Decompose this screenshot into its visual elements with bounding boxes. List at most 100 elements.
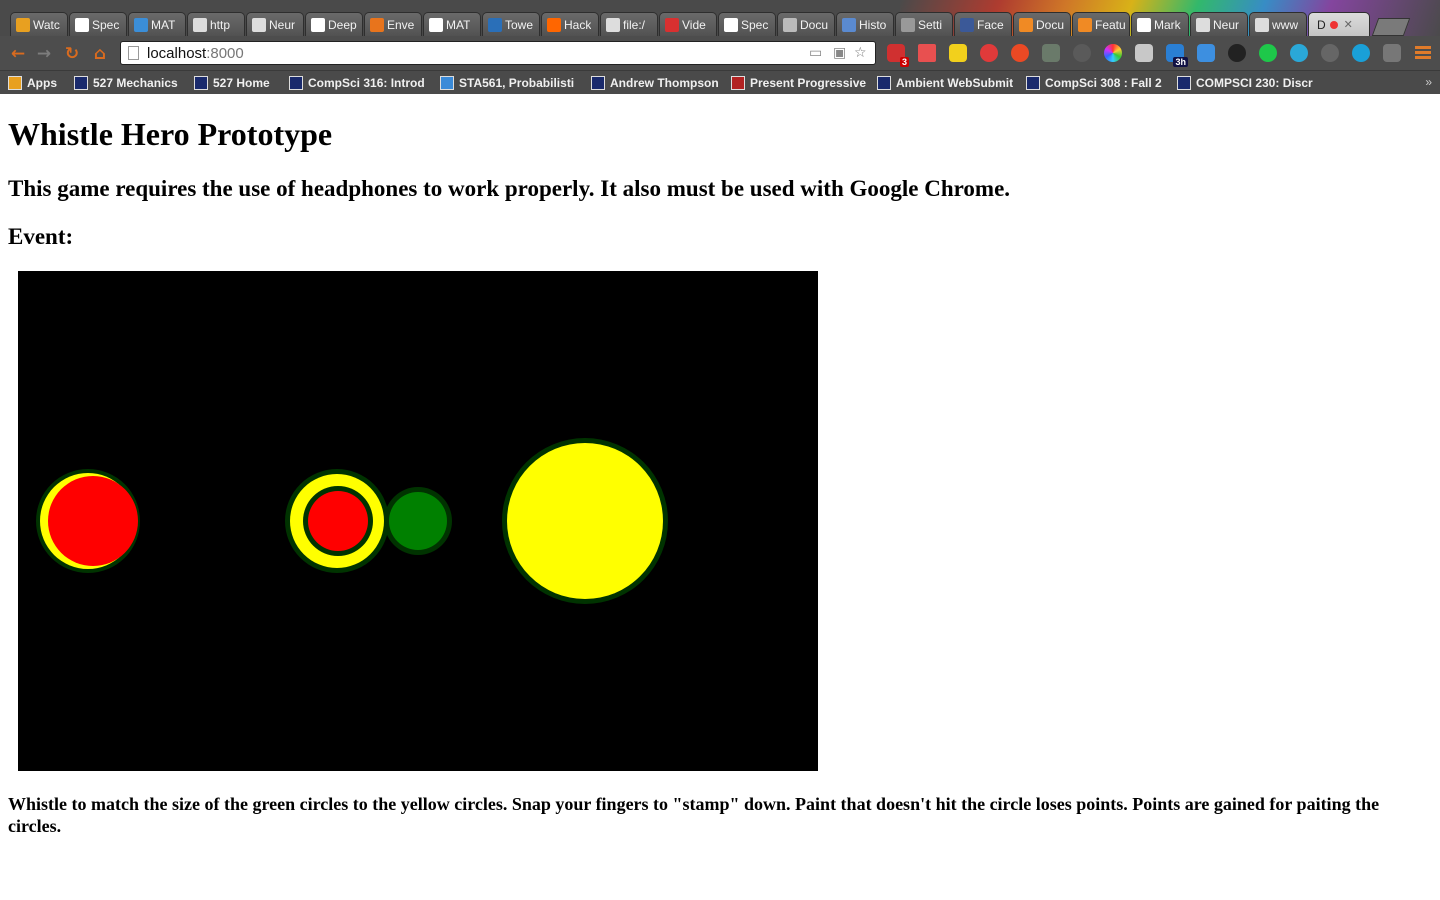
lastpass-icon[interactable] — [980, 44, 998, 62]
bookmark-label: Apps — [27, 76, 57, 90]
browser-tab[interactable]: Towe — [482, 12, 540, 36]
browser-tab[interactable]: Spec — [718, 12, 776, 36]
bookmark-label: CompSci 316: Introd — [308, 76, 425, 90]
calendar-icon[interactable]: 3h — [1166, 44, 1188, 67]
browser-tab[interactable]: Vide — [659, 12, 717, 36]
bookmark-label: CompSci 308 : Fall 2 — [1045, 76, 1162, 90]
new-tab-button[interactable] — [1371, 18, 1411, 36]
browser-chrome: Watc Spec MAT http Neur Deep Enve MAT Towe Hack fi… — [0, 0, 1440, 94]
tab-label: Docu — [800, 17, 829, 32]
bookmark-item[interactable]: 527 Mechanics — [74, 74, 184, 92]
bookmark-label: Present Progressive — [750, 76, 866, 90]
browser-tab[interactable]: www — [1249, 12, 1307, 36]
tab-strip: Watc Spec MAT http Neur Deep Enve MAT Towe Hack fi… — [10, 12, 1411, 36]
bookmark-label: 527 Mechanics — [93, 76, 178, 90]
browser-tab[interactable]: D ✕ — [1308, 12, 1370, 36]
player-green-circle — [384, 487, 452, 555]
grid-icon — [1019, 17, 1033, 32]
bookmark-item[interactable]: Ambient WebSubmit — [877, 74, 1017, 92]
reload-icon[interactable]: ↻ — [62, 44, 82, 64]
painted-circle-red — [48, 476, 138, 566]
browser-tab[interactable]: MAT — [423, 12, 481, 36]
headphones-warning: This game requires the use of headphones… — [8, 176, 1011, 201]
browser-tab[interactable]: file:/ — [600, 12, 658, 36]
browser-tab[interactable]: Spec — [69, 12, 127, 36]
pushbullet-icon[interactable] — [949, 44, 967, 62]
tab-label: Mark — [1154, 17, 1181, 32]
bookmark-item[interactable]: Andrew Thompson — [591, 74, 721, 92]
close-tab-icon[interactable]: ✕ — [1344, 18, 1353, 31]
bookmark-item[interactable]: Apps — [8, 74, 63, 92]
tab-label: Face — [977, 17, 1004, 32]
more-bookmarks-icon[interactable]: » — [1425, 75, 1432, 89]
browser-tab[interactable]: Setti — [895, 12, 953, 36]
tab-label: www — [1272, 17, 1298, 32]
gmail-icon[interactable]: 3 — [887, 44, 909, 67]
browser-tab[interactable]: Enve — [364, 12, 422, 36]
puzzle-icon[interactable] — [1042, 44, 1060, 62]
forward-icon[interactable]: → — [34, 44, 54, 64]
browser-tab[interactable]: MAT — [128, 12, 186, 36]
bookmark-item[interactable]: Present Progressive — [731, 74, 866, 92]
hangouts-icon[interactable] — [1259, 44, 1277, 62]
color-wheel-icon[interactable] — [1104, 44, 1122, 62]
bookmark-item[interactable]: CompSci 316: Introd — [289, 74, 429, 92]
browser-tab[interactable]: Neur — [1190, 12, 1248, 36]
tab-label: Docu — [1036, 17, 1065, 32]
circle-ext-icon[interactable] — [1290, 44, 1308, 62]
shield-icon — [289, 76, 303, 90]
bookmark-item[interactable]: 527 Home — [194, 74, 279, 92]
instructions: Whistle to match the size of the green c… — [8, 794, 1380, 836]
camera-icon[interactable]: ▭ — [809, 45, 822, 61]
settings-gear-icon[interactable] — [1073, 44, 1091, 62]
shield-icon — [877, 76, 891, 90]
inbox-icon[interactable] — [1135, 44, 1153, 62]
browser-tab[interactable]: Neur — [246, 12, 304, 36]
browser-tab[interactable]: Watc — [10, 12, 68, 36]
wikipedia-icon — [724, 17, 738, 32]
menu-icon[interactable] — [1415, 46, 1431, 60]
browser-tab[interactable]: Deep — [305, 12, 363, 36]
game-canvas[interactable] — [18, 271, 818, 771]
bookmark-ext-icon[interactable] — [918, 44, 936, 62]
stumbleupon-icon[interactable] — [1011, 44, 1029, 62]
google-ext-icon[interactable] — [1321, 44, 1339, 62]
shield-icon — [1026, 76, 1040, 90]
target-circle-ring — [285, 469, 389, 573]
bookmark-item[interactable]: COMPSCI 230: Discr — [1177, 74, 1317, 92]
painted-circle-left — [36, 469, 140, 573]
browser-tab[interactable]: Hack — [541, 12, 599, 36]
browser-tab[interactable]: Face — [954, 12, 1012, 36]
wikipedia-icon — [1137, 17, 1151, 32]
browser-tab[interactable]: Featu — [1072, 12, 1130, 36]
bookmark-label: Ambient WebSubmit — [896, 76, 1014, 90]
address-bar[interactable]: localhost:8000 ▭ ▣ ☆ — [120, 41, 876, 65]
bookmarks-bar: » Apps 527 Mechanics 527 Home CompSci 316: … — [0, 70, 1440, 94]
browser-tab[interactable]: Docu — [1013, 12, 1071, 36]
translate-icon[interactable]: ▣ — [833, 45, 846, 61]
tab-label: Vide — [682, 17, 706, 32]
browser-tab[interactable]: Docu — [777, 12, 835, 36]
page-content: Whistle Hero Prototype This game require… — [0, 94, 1440, 900]
wrench-icon — [901, 17, 915, 32]
page-title: Whistle Hero Prototype — [8, 116, 333, 152]
apps-grid-icon — [8, 76, 22, 90]
window-ext-icon[interactable] — [1197, 44, 1215, 62]
page-icon — [1196, 17, 1210, 32]
bookmark-item[interactable]: STA561, Probabilisti — [440, 74, 580, 92]
browser-tab[interactable]: Mark — [1131, 12, 1189, 36]
browser-tab[interactable]: Histo — [836, 12, 894, 36]
m-ext-icon[interactable] — [1352, 44, 1370, 62]
clock-ext-icon[interactable] — [1228, 44, 1246, 62]
bookmark-item[interactable]: CompSci 308 : Fall 2 — [1026, 74, 1166, 92]
green-circle-fill — [389, 492, 447, 550]
extension-icon[interactable] — [1383, 44, 1401, 62]
facebook-icon — [960, 17, 974, 32]
h-icon — [842, 17, 856, 32]
star-icon[interactable]: ☆ — [854, 45, 867, 61]
home-icon[interactable]: ⌂ — [90, 44, 110, 64]
back-icon[interactable]: ← — [8, 44, 28, 64]
page-icon — [128, 46, 139, 60]
tab-label: Deep — [328, 17, 357, 32]
browser-tab[interactable]: http — [187, 12, 245, 36]
